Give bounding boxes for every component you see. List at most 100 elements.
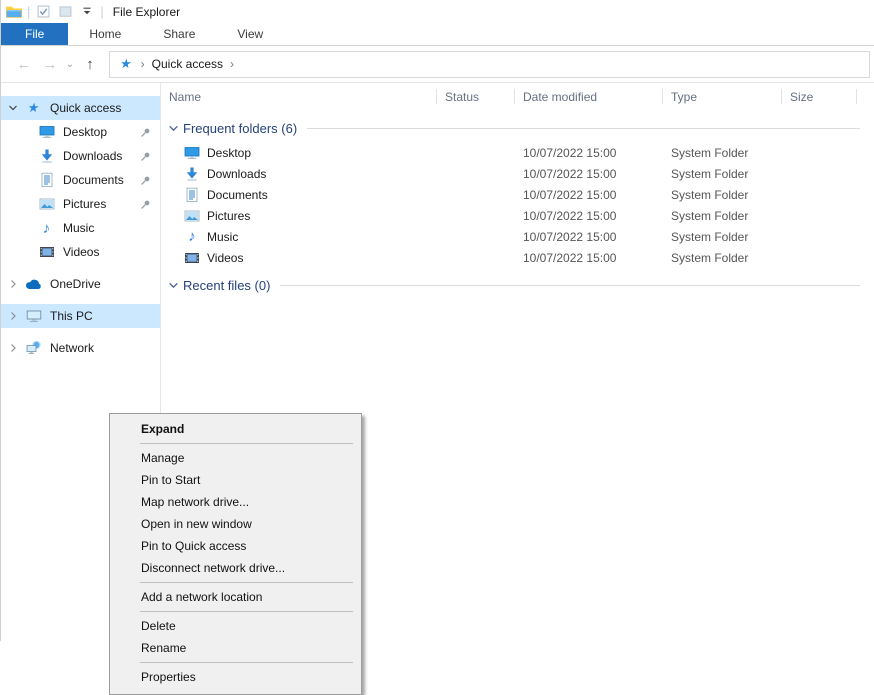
desktop-icon xyxy=(184,145,200,161)
column-header-type[interactable]: Type xyxy=(663,83,782,110)
sidebar-item-network[interactable]: Network xyxy=(1,336,160,360)
chevron-right-icon[interactable] xyxy=(8,279,22,289)
file-name: Documents xyxy=(207,188,268,202)
file-date-modified: 10/07/2022 15:00 xyxy=(515,163,663,184)
column-header-size[interactable]: Size xyxy=(782,83,857,110)
breadcrumb-separator-icon[interactable]: › xyxy=(141,57,145,71)
pin-icon xyxy=(140,151,151,162)
file-row-videos[interactable]: Videos 10/07/2022 15:00 System Folder xyxy=(161,247,874,268)
context-menu: Expand Manage Pin to Start Map network d… xyxy=(109,413,362,695)
chevron-down-icon[interactable] xyxy=(168,280,179,291)
file-name: Pictures xyxy=(207,209,250,223)
file-name: Desktop xyxy=(207,146,251,160)
pin-icon xyxy=(140,127,151,138)
menu-item-open-in-new-window[interactable]: Open in new window xyxy=(110,513,361,535)
file-size xyxy=(782,163,857,184)
back-icon[interactable]: ← xyxy=(11,56,37,73)
menu-item-pin-to-start[interactable]: Pin to Start xyxy=(110,469,361,491)
group-header-rule xyxy=(307,128,860,129)
menu-item-rename[interactable]: Rename xyxy=(110,637,361,659)
explorer-content: ★ Quick access Desktop Downloads xyxy=(1,83,874,640)
window-title: File Explorer xyxy=(113,5,180,19)
customize-qat-dropdown-icon[interactable] xyxy=(79,4,95,20)
chevron-down-icon[interactable] xyxy=(168,123,179,134)
file-size xyxy=(782,205,857,226)
file-status xyxy=(437,163,515,184)
chevron-right-icon[interactable] xyxy=(8,343,22,353)
file-date-modified: 10/07/2022 15:00 xyxy=(515,142,663,163)
sidebar-item-quick-access[interactable]: ★ Quick access xyxy=(1,96,160,120)
menu-item-manage[interactable]: Manage xyxy=(110,447,361,469)
sidebar-item-this-pc[interactable]: This PC xyxy=(1,304,160,328)
sidebar-item-desktop[interactable]: Desktop xyxy=(1,120,160,144)
documents-icon xyxy=(38,172,55,188)
menu-separator xyxy=(140,611,353,612)
new-folder-qat-icon[interactable] xyxy=(57,4,73,20)
qat-separator: | xyxy=(27,4,30,19)
sidebar-item-documents[interactable]: Documents xyxy=(1,168,160,192)
sidebar-item-videos[interactable]: Videos xyxy=(1,240,160,264)
sidebar-item-onedrive[interactable]: OneDrive xyxy=(1,272,160,296)
file-size xyxy=(782,184,857,205)
sidebar-item-label: Desktop xyxy=(63,125,107,139)
menu-item-delete[interactable]: Delete xyxy=(110,615,361,637)
tab-home[interactable]: Home xyxy=(68,23,142,45)
file-status xyxy=(437,247,515,268)
menu-item-pin-to-quick-access[interactable]: Pin to Quick access xyxy=(110,535,361,557)
breadcrumb-location[interactable]: Quick access xyxy=(152,57,223,71)
menu-item-disconnect-network-drive[interactable]: Disconnect network drive... xyxy=(110,557,361,579)
group-header-recent-files[interactable]: Recent files (0) xyxy=(161,274,874,296)
file-type: System Folder xyxy=(663,163,782,184)
recent-locations-chevron-icon[interactable]: ⌄ xyxy=(63,59,77,70)
file-size xyxy=(782,142,857,163)
pictures-icon xyxy=(184,208,200,224)
sidebar-item-music[interactable]: ♪ Music xyxy=(1,216,160,240)
sidebar-item-label: Videos xyxy=(63,245,99,259)
file-row-downloads[interactable]: Downloads 10/07/2022 15:00 System Folder xyxy=(161,163,874,184)
file-type: System Folder xyxy=(663,142,782,163)
documents-icon xyxy=(184,187,200,203)
sidebar-item-label: Documents xyxy=(63,173,124,187)
sidebar-item-label: Network xyxy=(50,341,94,355)
title-separator: | xyxy=(100,4,103,19)
properties-qat-icon[interactable] xyxy=(35,4,51,20)
file-name: Downloads xyxy=(207,167,266,181)
menu-item-properties[interactable]: Properties xyxy=(110,666,361,688)
breadcrumb-separator-icon[interactable]: › xyxy=(230,57,234,71)
file-row-pictures[interactable]: Pictures 10/07/2022 15:00 System Folder xyxy=(161,205,874,226)
file-row-desktop[interactable]: Desktop 10/07/2022 15:00 System Folder xyxy=(161,142,874,163)
up-icon[interactable]: ↑ xyxy=(77,56,103,73)
file-row-music[interactable]: ♪ Music 10/07/2022 15:00 System Folder xyxy=(161,226,874,247)
column-header-name[interactable]: Name xyxy=(161,83,437,110)
file-row-documents[interactable]: Documents 10/07/2022 15:00 System Folder xyxy=(161,184,874,205)
column-header-status[interactable]: Status xyxy=(437,83,515,110)
file-type: System Folder xyxy=(663,247,782,268)
address-bar[interactable]: ★ › Quick access › xyxy=(109,51,870,78)
sidebar-item-downloads[interactable]: Downloads xyxy=(1,144,160,168)
onedrive-icon xyxy=(25,279,42,290)
sidebar-item-pictures[interactable]: Pictures xyxy=(1,192,160,216)
menu-item-map-network-drive[interactable]: Map network drive... xyxy=(110,491,361,513)
file-date-modified: 10/07/2022 15:00 xyxy=(515,184,663,205)
sidebar-item-label: OneDrive xyxy=(50,277,101,291)
chevron-down-icon[interactable] xyxy=(8,103,22,113)
tab-share[interactable]: Share xyxy=(142,23,216,45)
chevron-right-icon[interactable] xyxy=(8,311,22,321)
pin-icon xyxy=(140,175,151,186)
music-icon: ♪ xyxy=(38,221,55,236)
title-bar: | | File Explorer xyxy=(1,0,874,23)
column-header-date-modified[interactable]: Date modified xyxy=(515,83,663,110)
menu-item-add-a-network-location[interactable]: Add a network location xyxy=(110,586,361,608)
pictures-icon xyxy=(38,196,55,212)
forward-icon[interactable]: → xyxy=(37,56,63,73)
menu-separator xyxy=(140,443,353,444)
file-status xyxy=(437,205,515,226)
file-status xyxy=(437,142,515,163)
tab-view[interactable]: View xyxy=(216,23,284,45)
sidebar-item-label: Pictures xyxy=(63,197,106,211)
tab-file[interactable]: File xyxy=(1,23,68,45)
menu-item-expand[interactable]: Expand xyxy=(110,418,361,440)
sidebar-item-label: Quick access xyxy=(50,101,121,115)
videos-icon xyxy=(38,244,55,260)
group-header-frequent-folders[interactable]: Frequent folders (6) xyxy=(161,117,874,139)
